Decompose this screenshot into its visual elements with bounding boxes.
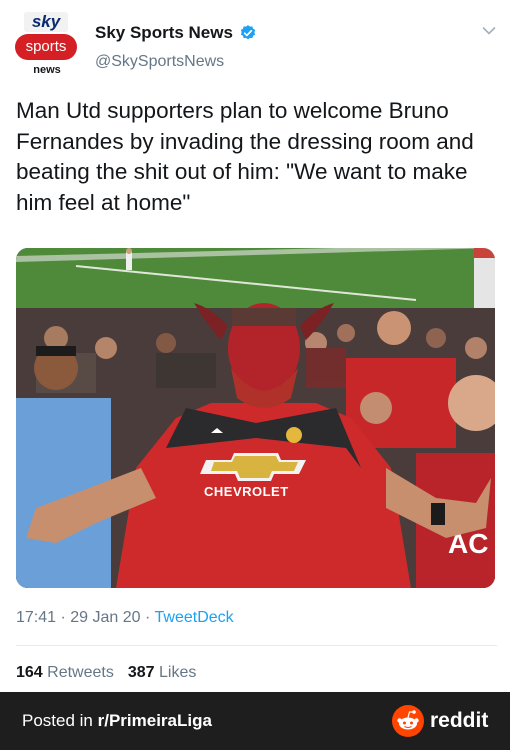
retweets-label: Retweets (47, 664, 114, 681)
reddit-brand[interactable]: reddit (392, 705, 488, 737)
divider (16, 645, 497, 646)
retweets-count: 164 (16, 664, 43, 681)
reddit-logo-icon (392, 705, 424, 737)
tweet-client-link[interactable]: TweetDeck (155, 609, 234, 626)
meta-separator-2: · (145, 609, 151, 626)
tweet-date[interactable]: 29 Jan 20 (70, 609, 140, 626)
likes-stat[interactable]: 387 Likes (128, 664, 197, 681)
likes-label: Likes (159, 664, 197, 681)
avatar-sports-text: sports (15, 34, 77, 60)
subreddit-link[interactable]: r/PrimeiraLiga (98, 711, 212, 730)
avatar[interactable]: sky sports news (14, 12, 80, 78)
avatar-news-text: news (33, 64, 61, 76)
posted-prefix: Posted in (22, 711, 98, 730)
reddit-footer-bar: Posted in r/PrimeiraLiga reddit (0, 692, 510, 750)
retweets-stat[interactable]: 164 Retweets (16, 664, 114, 681)
tweet-text: Man Utd supporters plan to welcome Bruno… (16, 98, 474, 215)
likes-count: 387 (127, 664, 155, 681)
tweet-meta: 17:41 · 29 Jan 20 · TweetDeck (16, 609, 234, 627)
display-name[interactable]: Sky Sports News (95, 23, 233, 43)
shirt-sponsor-text: CHEVROLET (204, 484, 289, 499)
photo-image: AC CHEVROLET (16, 248, 495, 588)
name-row: Sky Sports News (95, 22, 257, 44)
meta-separator-1: · (60, 609, 66, 626)
reddit-wordmark: reddit (430, 709, 489, 732)
tweet-time[interactable]: 17:41 (16, 609, 56, 626)
tweet-stats: 164 Retweets 387 Likes (16, 664, 196, 682)
chevron-down-icon[interactable] (482, 26, 496, 36)
user-handle[interactable]: @SkySportsNews (95, 53, 224, 71)
verified-badge-icon (240, 25, 256, 40)
tweet-photo[interactable]: AC CHEVROLET (16, 248, 495, 588)
avatar-sky-text: sky (24, 12, 68, 32)
posted-in-text: Posted in r/PrimeiraLiga (22, 711, 212, 731)
tweet-card: sky sports news Sky Sports News @SkySpor… (0, 0, 510, 692)
